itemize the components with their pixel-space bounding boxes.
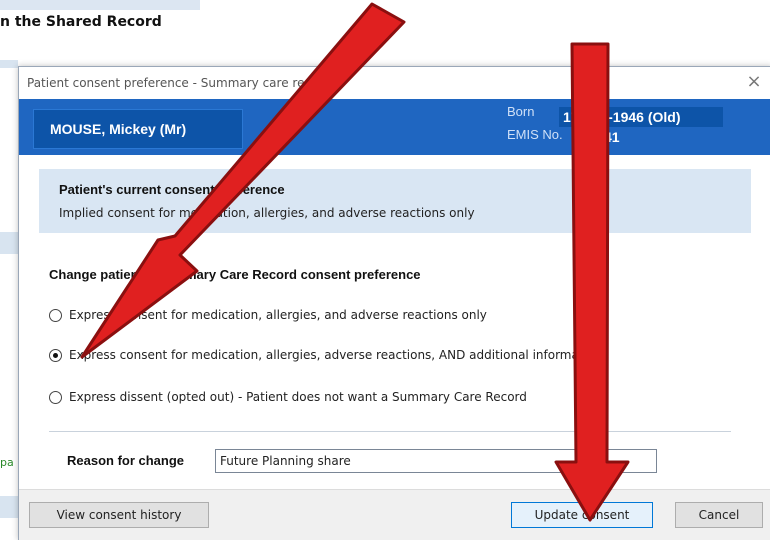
cancel-button[interactable]: Cancel (675, 502, 763, 528)
view-consent-history-button[interactable]: View consent history (29, 502, 209, 528)
background-header-strip (0, 0, 200, 10)
background-strip (0, 496, 18, 518)
date-of-birth: 17-Mar-1946 (Old) (559, 107, 723, 127)
consent-dialog: Patient consent preference - Summary car… (18, 66, 770, 540)
dialog-title: Patient consent preference - Summary car… (27, 76, 331, 90)
option-label: Express consent for medication, allergie… (69, 348, 602, 362)
background-side-fragment: pa (0, 456, 14, 469)
emis-number-label: EMIS No. (507, 127, 563, 142)
update-consent-button[interactable]: Update consent (511, 502, 653, 528)
patient-banner: MOUSE, Mickey (Mr) Born 17-Mar-1946 (Old… (19, 99, 770, 155)
patient-name: MOUSE, Mickey (Mr) (50, 121, 187, 137)
born-label: Born (507, 104, 535, 119)
change-preference-heading: Change patient's Summary Care Record con… (49, 267, 421, 282)
option-label: Express dissent (opted out) - Patient do… (69, 390, 527, 404)
dialog-titlebar: Patient consent preference - Summary car… (19, 67, 770, 99)
dialog-footer: View consent history Update consent Canc… (19, 489, 770, 540)
background-strip (0, 60, 18, 68)
reason-input[interactable] (215, 449, 657, 473)
emis-number: 41 (604, 129, 620, 145)
reason-label: Reason for change (67, 453, 185, 468)
background-strip (0, 232, 18, 254)
current-preference-heading: Patient's current consent preference (59, 182, 285, 197)
option-label: Express consent for medication, allergie… (69, 308, 487, 322)
close-icon[interactable]: × (743, 71, 765, 93)
divider (49, 431, 731, 432)
radio-button[interactable] (49, 391, 62, 404)
background-title-fragment: n the Shared Record (0, 14, 162, 30)
radio-button[interactable] (49, 309, 62, 322)
current-preference-panel: Patient's current consent preference Imp… (39, 169, 751, 233)
radio-button-selected[interactable] (49, 349, 62, 362)
current-preference-value: Implied consent for medication, allergie… (59, 206, 475, 220)
patient-name-box: MOUSE, Mickey (Mr) (33, 109, 243, 149)
